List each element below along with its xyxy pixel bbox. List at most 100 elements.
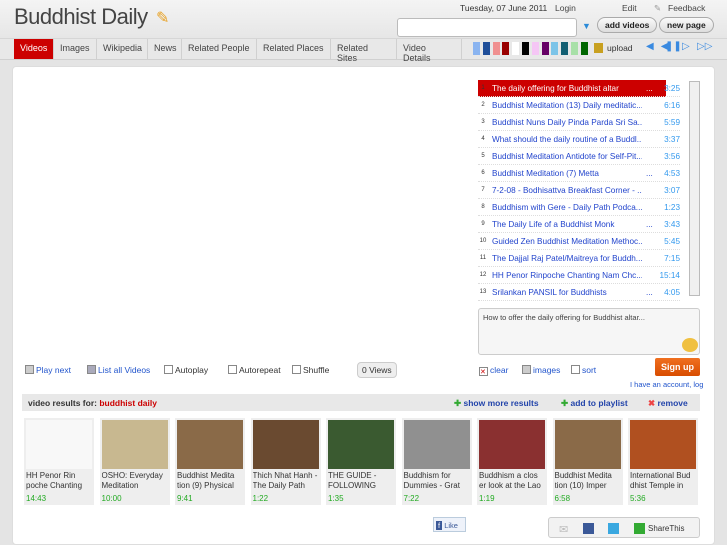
upload-link[interactable]: upload (607, 43, 633, 53)
video-thumbnail[interactable]: Buddhist Medita tion (9) Physical 9:41 (175, 418, 245, 505)
video-thumbnail[interactable]: Buddhist Medita tion (10) Imper 6:58 (552, 418, 623, 505)
dropdown-arrow-icon[interactable]: ▼ (582, 21, 591, 31)
images-button[interactable]: images (522, 365, 560, 375)
playlist-scrollbar[interactable] (689, 81, 700, 296)
playlist-item[interactable]: 9 The Daily Life of a Buddhist Monk... 3:4… (478, 216, 680, 233)
autorepeat-checkbox[interactable]: Autorepeat (228, 365, 281, 375)
color-swatch[interactable] (531, 42, 539, 55)
description-box[interactable]: How to offer the daily offering for Budd… (478, 308, 700, 355)
thumbnail-duration: 6:58 (554, 494, 571, 503)
list-all-button[interactable]: List all Videos (87, 365, 150, 375)
playlist-item[interactable]: 5 Buddhist Meditation Antidote for Self-P… (478, 148, 680, 165)
color-swatch[interactable] (561, 42, 569, 55)
thumbnail-title[interactable]: OSHO: Everyday Meditation (102, 471, 170, 491)
clear-button[interactable]: ✕ clear (479, 365, 508, 376)
playlist-item[interactable]: 6 Buddhist Meditation (7) Metta... 4:53 (478, 165, 680, 182)
playlist-item[interactable]: 1 The daily offering for Buddhist altar..… (478, 80, 680, 97)
sort-button[interactable]: sort (571, 365, 596, 375)
show-more-button[interactable]: ✚ show more results (454, 398, 539, 409)
thumbnail-image[interactable] (252, 420, 319, 469)
signup-button[interactable]: Sign up (655, 358, 700, 376)
twitter-icon[interactable] (608, 523, 619, 534)
pencil-icon[interactable]: ✎ (156, 8, 169, 28)
autoplay-checkbox[interactable]: Autoplay (164, 365, 208, 375)
color-swatch[interactable] (551, 42, 559, 55)
thumbnail-image[interactable] (630, 420, 696, 469)
thumbnail-image[interactable] (101, 420, 168, 469)
tab-related-places[interactable]: Related Places (257, 39, 331, 59)
playlist-item[interactable]: 2 Buddhist Meditation (13) Daily meditati… (478, 97, 680, 114)
video-player[interactable] (20, 74, 472, 356)
color-swatch[interactable] (571, 42, 578, 55)
color-swatch[interactable] (482, 42, 490, 55)
thumbnail-image[interactable] (554, 420, 621, 469)
new-page-button[interactable]: new page (659, 17, 714, 33)
playlist-item[interactable]: 13 Srilankan PANSIL for Buddhists... 4:05 (478, 284, 680, 301)
video-thumbnail[interactable]: International Bud dhist Temple in 5:36 (628, 418, 698, 505)
play-icon[interactable]: ▷ (682, 41, 690, 52)
email-icon[interactable]: ✉ (559, 523, 568, 536)
playlist-item[interactable]: 12 HH Penor Rinpoche Chanting Nam Chc... 1… (478, 267, 680, 284)
tab-images[interactable]: Images (54, 39, 97, 59)
tab-wikipedia[interactable]: Wikipedia (97, 39, 148, 59)
edit-link[interactable]: Edit (622, 3, 637, 13)
play-next-button[interactable]: Play next (25, 365, 71, 375)
sharethis-icon[interactable] (634, 523, 645, 534)
thumbnail-image[interactable] (328, 420, 394, 469)
thumbnail-title[interactable]: Buddhism for Dummies - Grat (404, 471, 472, 491)
color-swatch[interactable] (512, 42, 520, 55)
color-swatch[interactable] (522, 42, 529, 55)
facebook-like-button[interactable]: f Like (433, 517, 466, 532)
playlist-item[interactable]: 8 Buddhism with Gere - Daily Path Podca..… (478, 199, 680, 216)
tab-news[interactable]: News (148, 39, 182, 59)
login-account-link[interactable]: I have an account, log (630, 380, 703, 389)
mail-icon[interactable] (682, 338, 698, 352)
thumbnail-image[interactable] (177, 420, 243, 469)
login-link[interactable]: Login (555, 3, 576, 13)
playlist-item[interactable]: 10 Guided Zen Buddhist Meditation Methoc.… (478, 233, 680, 250)
color-swatch[interactable] (502, 42, 510, 55)
video-thumbnail[interactable]: THE GUIDE - FOLLOWING 1:35 (326, 418, 396, 505)
thumbnail-image[interactable] (403, 420, 470, 469)
video-thumbnail[interactable]: HH Penor Rin poche Chanting 14:43 (24, 418, 94, 505)
thumbnail-image[interactable] (26, 420, 92, 469)
color-swatch[interactable] (541, 42, 549, 55)
video-thumbnail[interactable]: Thich Nhat Hanh - The Daily Path 1:22 (250, 418, 321, 505)
add-to-playlist-button[interactable]: ✚ add to playlist (561, 398, 628, 409)
thumbnail-title[interactable]: HH Penor Rin poche Chanting (26, 471, 94, 491)
playlist-item[interactable]: 3 Buddhist Nuns Daily Pinda Parda Sri Sa.… (478, 114, 680, 131)
thumbnail-image[interactable] (479, 420, 545, 469)
shuffle-checkbox[interactable]: Shuffle (292, 365, 329, 375)
item-duration: 3:37 (664, 135, 680, 144)
tab-videos[interactable]: Videos (14, 39, 54, 59)
feedback-link[interactable]: Feedback (668, 3, 705, 13)
sharethis-label[interactable]: ShareThis (648, 524, 684, 533)
video-thumbnail[interactable]: Buddhism a clos er look at the Lao 1:19 (477, 418, 547, 505)
thumbnail-title[interactable]: Thich Nhat Hanh - The Daily Path (253, 471, 321, 491)
color-swatch[interactable] (492, 42, 500, 55)
thumbnail-title[interactable]: THE GUIDE - FOLLOWING (328, 471, 396, 491)
thumbnail-title[interactable]: International Bud dhist Temple in (630, 471, 698, 491)
playlist-item[interactable]: 7 7-2-08 - Bodhisattva Breakfast Corner -… (478, 182, 680, 199)
thumbnail-title[interactable]: Buddhist Medita tion (9) Physical (177, 471, 245, 491)
tab-related-sites[interactable]: Related Sites (331, 39, 397, 63)
add-videos-button[interactable]: add videos (597, 17, 658, 33)
remove-button[interactable]: ✖ remove (648, 398, 688, 409)
thumbnail-title[interactable]: Buddhism a clos er look at the Lao (479, 471, 547, 491)
pause-icon[interactable]: ❚❚ (665, 41, 682, 52)
upload-icon[interactable] (594, 43, 603, 53)
thumbnail-title[interactable]: Buddhist Medita tion (10) Imper (555, 471, 623, 491)
fast-forward-icon[interactable]: ▷▷ (697, 41, 712, 52)
video-thumbnail[interactable]: Buddhism for Dummies - Grat 7:22 (401, 418, 472, 505)
item-duration: 3:07 (664, 186, 680, 195)
playlist-item[interactable]: 11 The Dajjal Raj Patel/Maitreya for Budd… (478, 250, 680, 267)
playlist-item[interactable]: 4 What should the daily routine of a Budd… (478, 131, 680, 148)
tab-related-people[interactable]: Related People (182, 39, 257, 59)
video-thumbnail[interactable]: OSHO: Everyday Meditation 10:00 (99, 418, 170, 505)
color-swatch[interactable] (580, 42, 588, 55)
search-input[interactable] (397, 18, 577, 37)
facebook-icon[interactable] (583, 523, 594, 534)
site-title[interactable]: Buddhist Daily (14, 4, 148, 30)
tab-video-details[interactable]: Video Details (397, 39, 462, 63)
color-swatch[interactable] (473, 42, 480, 55)
